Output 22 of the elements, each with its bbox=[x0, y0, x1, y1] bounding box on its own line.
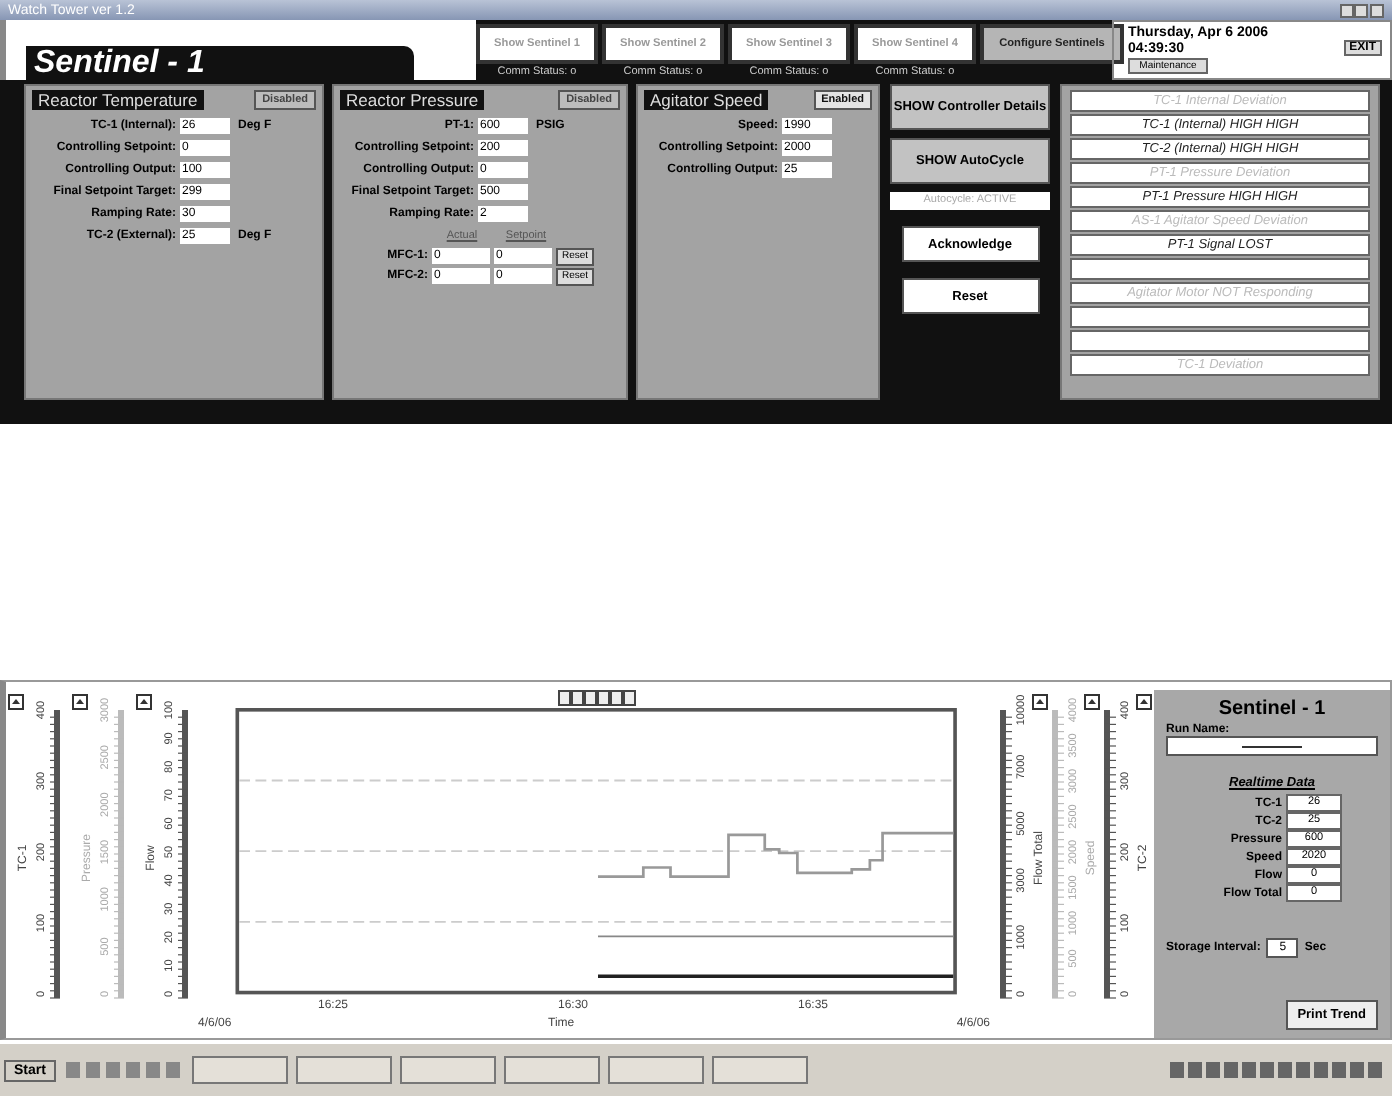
window-controls-icon[interactable] bbox=[1340, 3, 1384, 17]
scale-button-icon[interactable] bbox=[1136, 694, 1152, 710]
panel-title: Agitator Speed bbox=[644, 90, 769, 110]
quick-launch-icon[interactable] bbox=[63, 1058, 184, 1082]
scale-button-icon[interactable] bbox=[1084, 694, 1100, 710]
taskbar-button[interactable] bbox=[711, 1056, 808, 1084]
panel-title: Reactor Pressure bbox=[340, 90, 485, 110]
taskbar-button[interactable] bbox=[399, 1056, 496, 1084]
scale-button-icon[interactable] bbox=[72, 694, 88, 710]
taskbar-button[interactable] bbox=[295, 1056, 392, 1084]
sentinel-tab[interactable]: Sentinel - 1 bbox=[26, 46, 414, 80]
scale-button-icon[interactable] bbox=[136, 694, 152, 710]
panel-title: Reactor Temperature bbox=[32, 90, 204, 110]
scale-button-icon[interactable] bbox=[1032, 694, 1048, 710]
taskbar-button[interactable] bbox=[191, 1056, 288, 1084]
run-name-field[interactable] bbox=[1166, 736, 1378, 756]
side-title: Sentinel - 1 bbox=[1216, 698, 1328, 720]
scale-button-icon[interactable] bbox=[8, 694, 24, 710]
taskbar-button[interactable] bbox=[503, 1056, 600, 1084]
taskbar-button[interactable] bbox=[607, 1056, 704, 1084]
system-tray-icon[interactable] bbox=[1168, 1058, 1388, 1082]
chart-toolbar-icon[interactable] bbox=[558, 690, 638, 706]
